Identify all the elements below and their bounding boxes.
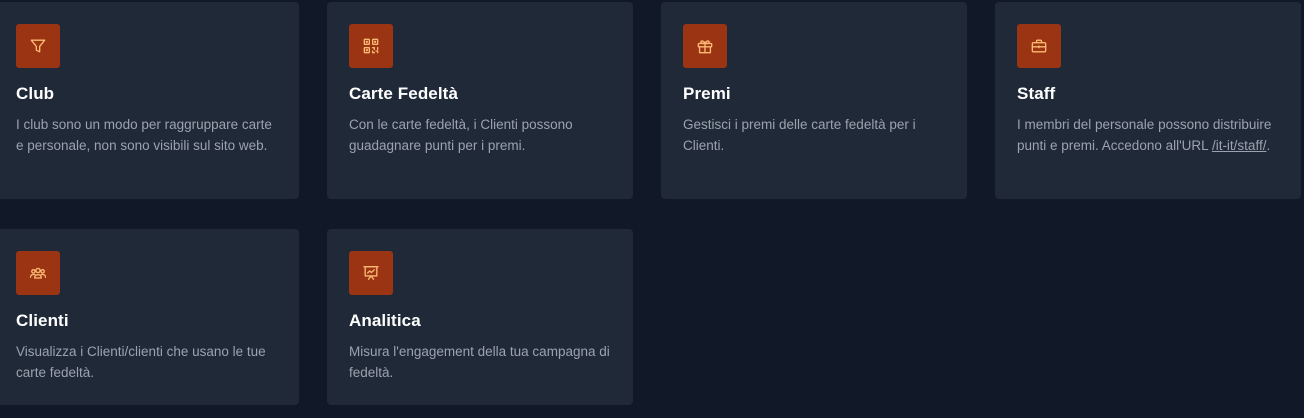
qr-code-icon <box>349 24 393 68</box>
loyalty-cards-card[interactable]: Carte Fedeltà Con le carte fedeltà, i Cl… <box>327 2 633 199</box>
club-title: Club <box>16 84 55 103</box>
staff-url-link[interactable]: /it-it/staff/ <box>1212 138 1267 153</box>
analytics-description: Misura l'engagement della tua campagna d… <box>349 344 610 380</box>
users-icon <box>16 251 60 295</box>
analytics-title: Analitica <box>349 311 421 330</box>
club-card[interactable]: Club I club sono un modo per raggruppare… <box>0 2 299 199</box>
filter-icon <box>16 24 60 68</box>
presentation-chart-icon <box>349 251 393 295</box>
club-description: I club sono un modo per raggruppare cart… <box>16 117 272 153</box>
staff-card[interactable]: Staff I membri del personale possono dis… <box>995 2 1301 199</box>
dashboard-card-grid: Club I club sono un modo per raggruppare… <box>0 0 1304 418</box>
staff-title: Staff <box>1017 84 1056 103</box>
customers-card[interactable]: Clienti Visualizza i Clienti/clienti che… <box>0 229 299 405</box>
customers-title: Clienti <box>16 311 69 330</box>
briefcase-icon <box>1017 24 1061 68</box>
gift-icon <box>683 24 727 68</box>
rewards-description: Gestisci i premi delle carte fedeltà per… <box>683 117 916 153</box>
rewards-card[interactable]: Premi Gestisci i premi delle carte fedel… <box>661 2 967 199</box>
staff-description: I membri del personale possono distribui… <box>1017 114 1279 156</box>
staff-description-suffix: . <box>1266 138 1271 153</box>
analytics-card[interactable]: Analitica Misura l'engagement della tua … <box>327 229 633 405</box>
loyalty-cards-description: Con le carte fedeltà, i Clienti possono … <box>349 117 573 153</box>
loyalty-cards-title: Carte Fedeltà <box>349 84 459 103</box>
rewards-title: Premi <box>683 84 731 103</box>
customers-description: Visualizza i Clienti/clienti che usano l… <box>16 344 266 380</box>
